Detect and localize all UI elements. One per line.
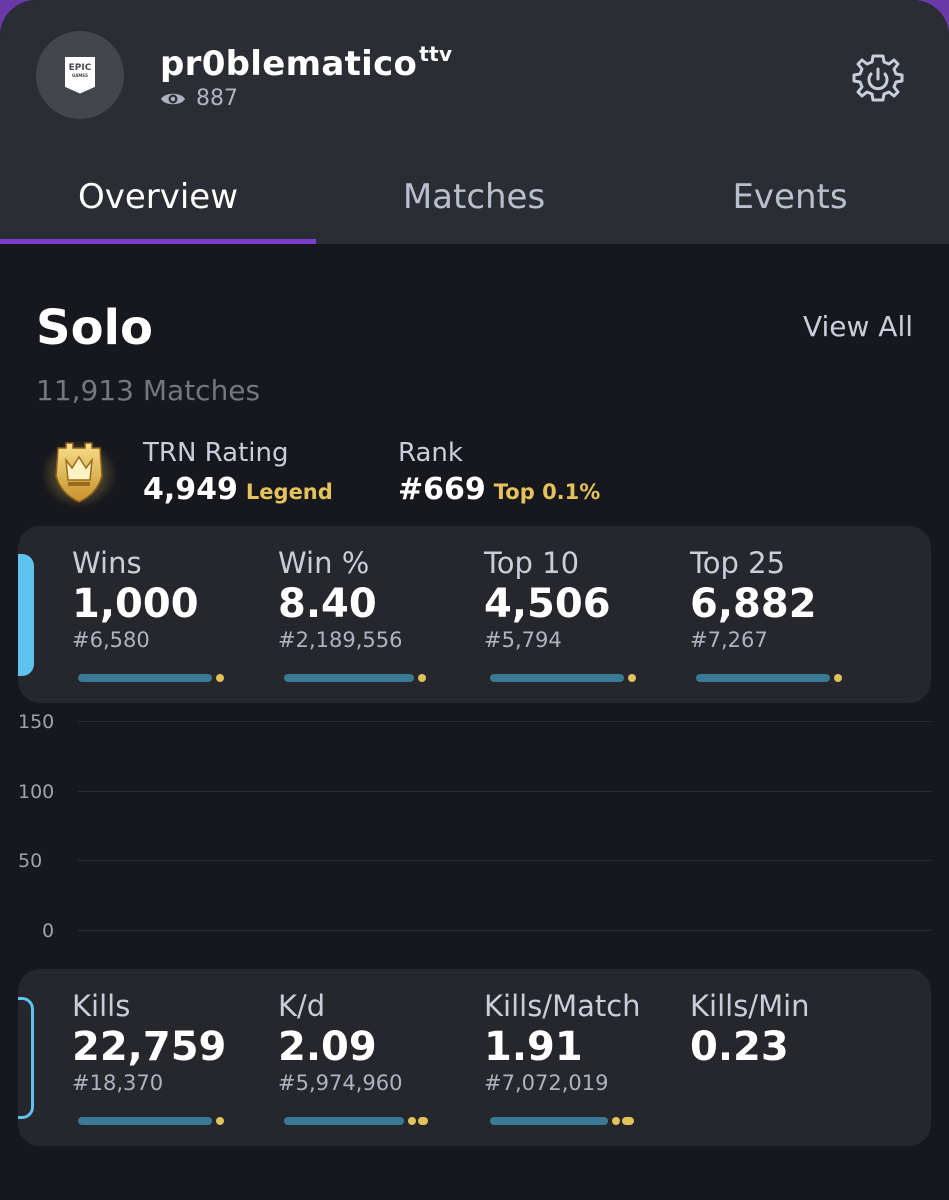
matches-count: 11,913 Matches bbox=[36, 374, 261, 407]
epic-games-logo: EPIC GAMES bbox=[65, 56, 95, 94]
stat-wins: Wins 1,000 #6,580 bbox=[72, 546, 199, 652]
settings-gear-icon[interactable] bbox=[852, 52, 904, 104]
rank-label: Rank bbox=[398, 438, 463, 468]
stats-card-primary[interactable]: Wins 1,000 #6,580 Win % 8.40 #2,189,556 … bbox=[18, 526, 931, 703]
stat-top-25-bar bbox=[696, 674, 846, 682]
platform-avatar[interactable]: EPIC GAMES bbox=[36, 31, 124, 119]
stat-top-25: Top 25 6,882 #7,267 bbox=[690, 546, 817, 652]
y-tick-label: 0 bbox=[42, 920, 55, 942]
username: pr0blematico ttv bbox=[160, 42, 453, 84]
stat-win-percent-bar bbox=[284, 674, 432, 682]
y-tick-label: 50 bbox=[18, 850, 43, 872]
rank-top-percent: Top 0.1% bbox=[493, 480, 601, 504]
card-accent bbox=[18, 554, 34, 676]
y-tick-label: 150 bbox=[18, 711, 55, 733]
grid-line bbox=[78, 930, 931, 931]
section-title: Solo bbox=[36, 300, 153, 356]
card-accent bbox=[18, 997, 34, 1119]
stat-kills-bar bbox=[78, 1117, 226, 1125]
stat-top-10-bar bbox=[490, 674, 640, 682]
username-suffix: ttv bbox=[419, 42, 453, 66]
y-tick-label: 100 bbox=[18, 781, 55, 803]
tab-events[interactable]: Events bbox=[632, 150, 948, 244]
tab-matches[interactable]: Matches bbox=[316, 150, 632, 244]
app-frame: EPIC GAMES pr0blematico ttv 887 Overview … bbox=[0, 0, 949, 1200]
views-count: 887 bbox=[196, 86, 238, 111]
stat-kills-per-min: Kills/Min 0.23 bbox=[690, 989, 810, 1070]
stats-chart: 150 100 50 0 bbox=[0, 708, 949, 948]
legend-crown-badge-icon bbox=[41, 440, 117, 508]
stat-top-10: Top 10 4,506 #5,794 bbox=[484, 546, 611, 652]
stat-kills-per-match-bar bbox=[490, 1117, 640, 1125]
profile-header: EPIC GAMES pr0blematico ttv 887 Overview … bbox=[0, 0, 949, 244]
trn-rating-label: TRN Rating bbox=[143, 438, 289, 468]
tab-overview[interactable]: Overview bbox=[0, 150, 316, 244]
view-all-link[interactable]: View All bbox=[803, 310, 913, 343]
grid-line bbox=[78, 860, 931, 861]
stat-kills: Kills 22,759 #18,370 bbox=[72, 989, 227, 1095]
grid-line bbox=[78, 791, 931, 792]
eye-icon bbox=[161, 93, 185, 104]
stat-win-percent: Win % 8.40 #2,189,556 bbox=[278, 546, 403, 652]
stat-kills-per-match: Kills/Match 1.91 #7,072,019 bbox=[484, 989, 641, 1095]
profile-views: 887 bbox=[160, 86, 238, 111]
grid-line bbox=[78, 721, 931, 722]
rank-value: #669 Top 0.1% bbox=[398, 472, 601, 507]
trn-rating-value: 4,949 Legend bbox=[143, 472, 333, 507]
stats-card-secondary[interactable]: Kills 22,759 #18,370 K/d 2.09 #5,974,960… bbox=[18, 969, 931, 1146]
stat-wins-bar bbox=[78, 674, 226, 682]
tab-bar: Overview Matches Events bbox=[0, 150, 949, 244]
trn-tier: Legend bbox=[245, 480, 333, 504]
rating-row: TRN Rating 4,949 Legend Rank #669 Top 0.1% bbox=[40, 430, 920, 510]
stat-kd-bar bbox=[284, 1117, 434, 1125]
stat-kd: K/d 2.09 #5,974,960 bbox=[278, 989, 403, 1095]
